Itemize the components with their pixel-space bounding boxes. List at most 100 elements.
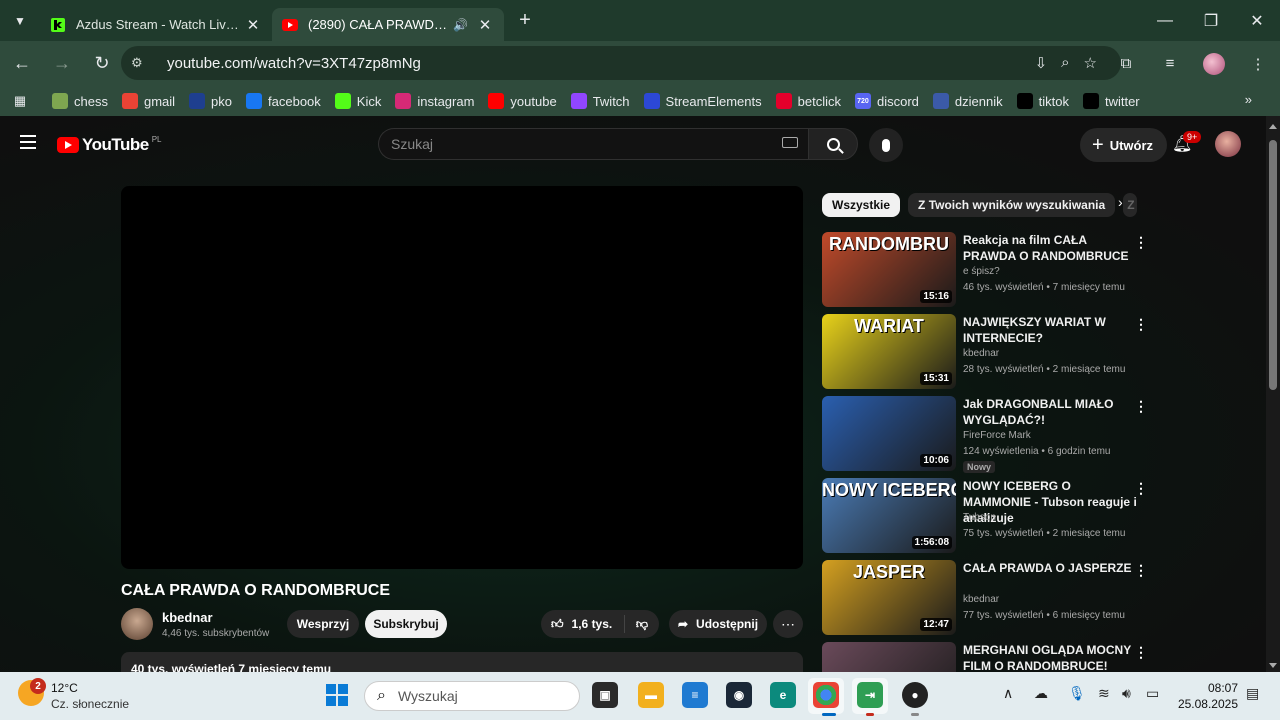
like-button[interactable]: 👍︎ 1,6 tys. bbox=[541, 615, 625, 633]
bookmark-gmail[interactable]: gmail bbox=[121, 93, 175, 109]
recommendation-item[interactable]: JASPER 12:47 CAŁA PRAWDA O JASPERZE kbednar… bbox=[822, 560, 1152, 642]
recommendation-channel[interactable]: kbednar bbox=[963, 594, 999, 605]
bookmark-twitter[interactable]: twitter bbox=[1082, 93, 1140, 109]
notepad-icon[interactable]: ≡ bbox=[682, 682, 708, 708]
scroll-up-arrow[interactable] bbox=[1269, 124, 1277, 129]
video-thumbnail[interactable]: NOWY ICEBERG 1:56:08 bbox=[822, 478, 956, 553]
page-scrollbar[interactable] bbox=[1266, 116, 1280, 672]
recommendation-channel[interactable]: Tubson bbox=[963, 512, 996, 523]
recommendation-item[interactable]: RANDOMBRU 15:16 Reakcja na film CAŁA PRAWD… bbox=[822, 232, 1152, 314]
search-input[interactable]: Szukaj bbox=[378, 128, 808, 160]
task-view-icon[interactable]: ▣ bbox=[592, 682, 618, 708]
steam-icon[interactable]: ◉ bbox=[726, 682, 752, 708]
taskbar-search-input[interactable]: ⌕ Wyszukaj bbox=[364, 681, 580, 711]
more-vert-icon[interactable]: ⋮ bbox=[1134, 480, 1148, 497]
more-vert-icon[interactable]: ⋮ bbox=[1134, 316, 1148, 333]
menu-dots-icon[interactable]: ⋮ bbox=[1236, 55, 1280, 73]
bookmark-twitch[interactable]: Twitch bbox=[570, 93, 630, 109]
close-window-button[interactable]: ✕ bbox=[1234, 0, 1280, 41]
recommendation-title[interactable]: Reakcja na film CAŁA PRAWDA O RANDOMBRUC… bbox=[963, 232, 1138, 264]
recommendation-title[interactable]: MERGHANI OGLĄDA MOCNY FILM O RANDOMBRUCE… bbox=[963, 642, 1138, 672]
bookmark-pko[interactable]: pko bbox=[189, 93, 232, 109]
new-tab-button[interactable]: + bbox=[508, 9, 542, 32]
recommendation-title[interactable]: CAŁA PRAWDA O JASPERZE bbox=[963, 560, 1138, 576]
cloud-icon[interactable]: ☁ bbox=[1034, 685, 1048, 702]
clock-time[interactable]: 08:07 bbox=[1176, 681, 1238, 695]
video-thumbnail[interactable]: WARIAT 15:31 bbox=[822, 314, 956, 389]
menu-icon[interactable] bbox=[20, 135, 36, 149]
share-button[interactable]: ➦ Udostępnij bbox=[669, 610, 767, 638]
close-icon[interactable]: ✕ bbox=[476, 16, 494, 34]
channel-avatar[interactable] bbox=[121, 608, 153, 640]
clock-date[interactable]: 25.08.2025 bbox=[1170, 697, 1238, 711]
bookmark-youtube[interactable]: youtube bbox=[488, 93, 557, 109]
user-avatar[interactable] bbox=[1215, 131, 1241, 157]
video-thumbnail[interactable]: 10:06 bbox=[822, 396, 956, 471]
youtube-logo[interactable]: YouTube PL bbox=[57, 135, 162, 155]
profile-avatar[interactable] bbox=[1203, 52, 1225, 75]
file-explorer-icon[interactable]: ▬ bbox=[638, 682, 664, 708]
url-text[interactable]: youtube.com/watch?v=3XT47zp8mNg bbox=[167, 55, 421, 72]
site-info-icon[interactable]: ⚙ bbox=[131, 55, 153, 71]
recommendation-title[interactable]: NAJWIĘKSZY WARIAT W INTERNECIE? bbox=[963, 314, 1138, 346]
voice-search-button[interactable] bbox=[869, 128, 903, 162]
recommendation-item[interactable]: NOWY ICEBERG 1:56:08 NOWY ICEBERG O MAMMON… bbox=[822, 478, 1152, 560]
scroll-thumb[interactable] bbox=[1269, 140, 1277, 390]
green-app-icon[interactable]: ⇥ bbox=[857, 682, 883, 708]
back-button[interactable]: ← bbox=[4, 46, 40, 82]
bookmark-discord[interactable]: 720 discord bbox=[854, 93, 919, 109]
bookmark-streamelements[interactable]: StreamElements bbox=[643, 93, 762, 109]
minimize-button[interactable]: — bbox=[1142, 0, 1188, 41]
extensions-icon[interactable]: ⧉ bbox=[1104, 55, 1148, 72]
more-vert-icon[interactable]: ⋮ bbox=[1134, 562, 1148, 579]
reload-button[interactable]: ↻ bbox=[84, 46, 120, 82]
bookmark-chess[interactable]: chess bbox=[52, 93, 108, 109]
bookmark-betclick[interactable]: betclick bbox=[775, 93, 841, 109]
obs-icon[interactable]: ● bbox=[902, 682, 928, 708]
apps-grid-icon[interactable]: ▦ bbox=[0, 93, 40, 109]
support-button[interactable]: Wesprzyj bbox=[287, 610, 359, 638]
subscribe-button[interactable]: Subskrybuj bbox=[365, 610, 447, 638]
bookmark-kick[interactable]: Kick bbox=[334, 93, 381, 109]
address-bar[interactable]: ⚙ youtube.com/watch?v=3XT47zp8mNg ⇩ ⌕ ☆ bbox=[121, 46, 1121, 80]
search-button[interactable] bbox=[808, 128, 858, 160]
forward-button[interactable]: → bbox=[44, 46, 80, 82]
windows-start-icon[interactable] bbox=[326, 684, 348, 706]
dislike-button[interactable]: 👎︎ bbox=[625, 617, 659, 632]
bookmark-star-icon[interactable]: ☆ bbox=[1084, 54, 1097, 72]
video-thumbnail[interactable] bbox=[822, 642, 956, 672]
description-box[interactable]: 40 tys. wyświetleń 7 miesięcy temu bbox=[121, 652, 803, 672]
recommendation-item[interactable]: 10:06 Jak DRAGONBALL MIAŁO WYGLĄDAĆ?! Fire… bbox=[822, 396, 1152, 478]
tray-chevron-icon[interactable]: ∧ bbox=[1003, 685, 1013, 702]
volume-icon[interactable]: 🔊︎ bbox=[1122, 685, 1131, 702]
recommendation-item[interactable]: MERGHANI OGLĄDA MOCNY FILM O RANDOMBRUCE… bbox=[822, 642, 1152, 672]
more-vert-icon[interactable]: ⋮ bbox=[1134, 644, 1148, 661]
chevron-right-icon[interactable]: » bbox=[1245, 92, 1252, 107]
bookmark-facebook[interactable]: facebook bbox=[246, 93, 321, 109]
speaker-icon[interactable]: 🔊 bbox=[453, 18, 468, 32]
edge-icon[interactable]: e bbox=[770, 682, 796, 708]
chip-search-results[interactable]: Z Twoich wyników wyszukiwania bbox=[908, 193, 1116, 217]
install-app-icon[interactable]: ⇩ bbox=[1035, 54, 1048, 72]
chevron-right-icon[interactable]: › bbox=[1118, 194, 1123, 210]
recommendation-channel[interactable]: e śpisz? bbox=[963, 266, 1000, 277]
maximize-button[interactable]: ❐ bbox=[1188, 0, 1234, 41]
close-icon[interactable]: ✕ bbox=[244, 16, 262, 34]
recommendation-channel[interactable]: kbednar bbox=[963, 348, 999, 359]
tab-kick[interactable]: Azdus Stream - Watch Live on Kick ✕ bbox=[40, 8, 272, 41]
channel-name[interactable]: kbednar bbox=[162, 610, 213, 625]
video-player[interactable] bbox=[121, 186, 803, 569]
recommendation-title[interactable]: Jak DRAGONBALL MIAŁO WYGLĄDAĆ?! bbox=[963, 396, 1138, 428]
notifications-icon[interactable]: ▤ bbox=[1246, 685, 1259, 702]
chrome-icon[interactable] bbox=[813, 682, 839, 708]
chip-all[interactable]: Wszystkie bbox=[822, 193, 901, 217]
more-actions-button[interactable]: ⋯ bbox=[773, 610, 803, 638]
tab-youtube[interactable]: (2890) CAŁA PRAWDA O RANDOMBRUCE - YouTu… bbox=[272, 8, 504, 41]
bookmark-tiktok[interactable]: tiktok bbox=[1016, 93, 1069, 109]
battery-icon[interactable]: ▭ bbox=[1146, 685, 1159, 702]
bookmark-instagram[interactable]: instagram bbox=[395, 93, 474, 109]
more-vert-icon[interactable]: ⋮ bbox=[1134, 234, 1148, 251]
tab-search-button[interactable]: ▼ bbox=[0, 0, 40, 41]
recommendation-channel[interactable]: FireForce Mark bbox=[963, 430, 1031, 441]
create-button[interactable]: + Utwórz bbox=[1080, 128, 1168, 162]
